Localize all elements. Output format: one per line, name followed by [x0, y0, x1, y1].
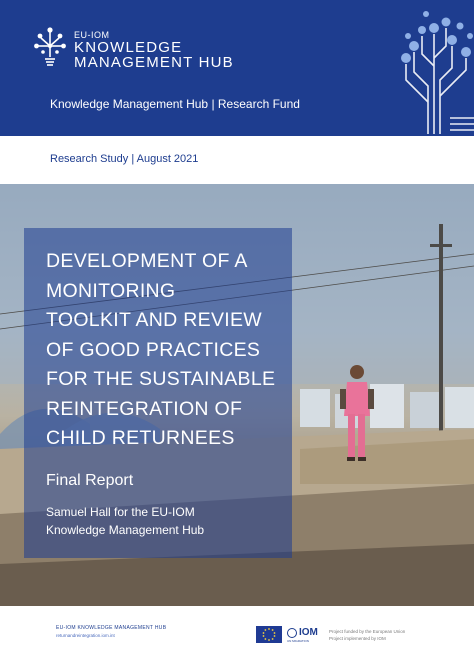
author-line-1: Samuel Hall for the EU-IOM: [46, 505, 195, 519]
funding-line-2: Project implemented by IOM: [329, 636, 386, 641]
logo-line-2: MANAGEMENT HUB: [74, 54, 234, 71]
author-line-2: Knowledge Management Hub: [46, 523, 205, 537]
hub-logo-text: EU-IOM KNOWLEDGE MANAGEMENT HUB: [74, 30, 234, 70]
eu-flag-icon: [256, 626, 282, 643]
circuit-tree-icon: [401, 11, 474, 134]
title-line: OF GOOD PRACTICES: [46, 338, 261, 361]
title-line: MONITORING: [46, 279, 176, 302]
report-type: Final Report: [46, 472, 134, 489]
report-author: Samuel Hall for the EU-IOM Knowledge Man…: [46, 503, 276, 539]
title-line: CHILD RETURNEES: [46, 427, 235, 449]
report-title: DEVELOPMENT OF A MONITORING TOOLKIT AND …: [46, 247, 286, 454]
footer-email-link[interactable]: returnandreintegration.iom.int: [56, 633, 115, 638]
iom-wordmark: IOM: [299, 627, 318, 638]
title-line: REINTEGRATION OF: [46, 397, 243, 420]
title-line: DEVELOPMENT OF A: [46, 250, 248, 272]
title-line: FOR THE SUSTAINABLE: [46, 368, 276, 390]
header-subtitle: Knowledge Management Hub | Research Fund: [50, 97, 300, 111]
logo-line-1: KNOWLEDGE: [74, 39, 183, 56]
study-date-text: Research Study | August 2021: [50, 153, 199, 165]
funding-note: Project funded by the European Union Pro…: [329, 628, 405, 642]
footer-hub-name: EU-IOM KNOWLEDGE MANAGEMENT HUB: [56, 625, 167, 631]
iom-globe-icon: [287, 628, 297, 638]
funding-line-1: Project funded by the European Union: [329, 629, 406, 634]
iom-subtitle: UN MIGRATION: [287, 639, 309, 643]
title-line: TOOLKIT AND REVIEW: [46, 309, 262, 331]
cover-header: EU-IOM KNOWLEDGE MANAGEMENT HUB Knowledg…: [0, 0, 474, 136]
lightbulb-network-icon: [34, 27, 66, 66]
